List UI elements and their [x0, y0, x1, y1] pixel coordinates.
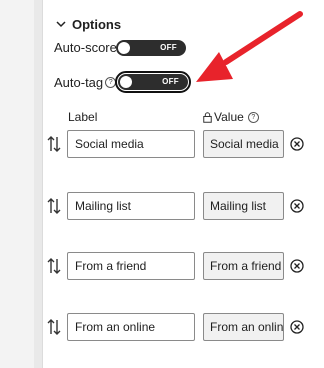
lock-icon — [203, 111, 212, 123]
remove-circle-icon[interactable] — [290, 137, 304, 151]
options-title: Options — [72, 16, 122, 32]
value-column-title: Value — [214, 110, 244, 124]
option-label-input[interactable]: Mailing list — [67, 192, 195, 220]
auto-tag-label: Auto-tag — [54, 75, 104, 90]
option-value-field: From a friend — [203, 252, 284, 280]
help-icon[interactable]: ? — [247, 111, 259, 123]
reorder-icon[interactable] — [46, 135, 62, 153]
option-label-input[interactable]: From an online — [67, 313, 195, 341]
remove-circle-icon[interactable] — [290, 320, 304, 334]
reorder-icon[interactable] — [46, 257, 62, 275]
options-section-header[interactable]: Options — [56, 15, 121, 33]
list-item: Social media Social media — [0, 130, 324, 158]
list-item: From an online From an online — [0, 313, 324, 341]
auto-tag-toggle[interactable]: OFF — [115, 71, 191, 93]
help-icon[interactable]: ? — [105, 77, 117, 88]
remove-circle-icon[interactable] — [290, 259, 304, 273]
value-column-header: Value ? — [203, 110, 259, 124]
option-label-input[interactable]: Social media — [67, 130, 195, 158]
auto-score-label: Auto-score — [54, 40, 117, 55]
option-value-field: Mailing list — [203, 192, 284, 220]
remove-circle-icon[interactable] — [290, 199, 304, 213]
toggle-knob — [118, 42, 130, 54]
option-value-field: From an online — [203, 313, 284, 341]
auto-tag-state: OFF — [162, 77, 179, 86]
chevron-down-icon — [56, 21, 66, 28]
toggle-knob — [120, 76, 132, 88]
reorder-icon[interactable] — [46, 318, 62, 336]
label-column-title: Label — [68, 110, 98, 124]
reorder-icon[interactable] — [46, 197, 62, 215]
list-item: From a friend From a friend — [0, 252, 324, 280]
option-label-input[interactable]: From a friend — [67, 252, 195, 280]
list-item: Mailing list Mailing list — [0, 192, 324, 220]
auto-tag-label-wrap: Auto-tag? — [54, 75, 117, 90]
option-value-field: Social media — [203, 130, 284, 158]
auto-score-toggle[interactable]: OFF — [116, 40, 186, 56]
auto-score-state: OFF — [160, 43, 177, 52]
label-column-header: Label — [68, 110, 97, 124]
